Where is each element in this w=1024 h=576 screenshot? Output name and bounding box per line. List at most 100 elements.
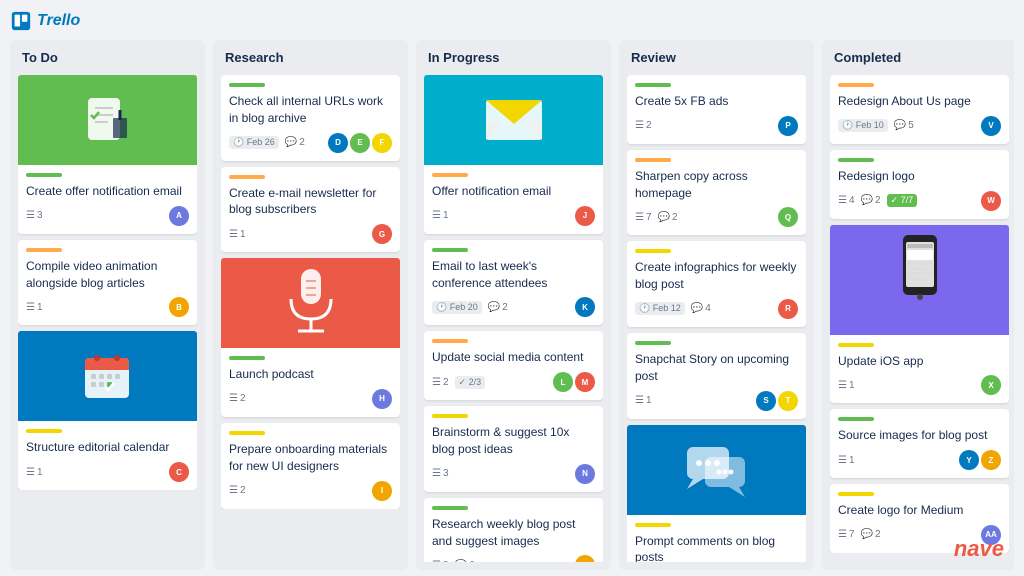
avatar: N: [575, 464, 595, 484]
cards-container: Create offer notification email ☰3A Comp…: [18, 75, 197, 490]
column-research: Research Check all internal URLs work in…: [213, 40, 408, 570]
checklist-meta: ☰2: [635, 120, 652, 131]
checklist-meta: ☰3: [432, 468, 449, 479]
card-title: Prompt comments on blog posts: [635, 533, 798, 562]
avatar: Q: [778, 207, 798, 227]
checklist-meta: ☰2: [432, 377, 449, 388]
card-title: Create e-mail newsletter for blog subscr…: [229, 185, 392, 219]
comments-meta: 💬6: [455, 560, 475, 562]
column-title: Review: [627, 48, 806, 67]
avatar: D: [328, 133, 348, 153]
avatar: G: [372, 224, 392, 244]
checklist-meta: ☰3: [432, 560, 449, 562]
column-title: Completed: [830, 48, 1009, 67]
comments-meta: 💬2: [658, 212, 678, 223]
card[interactable]: Update iOS app ☰1 X: [830, 225, 1009, 404]
avatar: F: [372, 133, 392, 153]
card[interactable]: Create 5x FB ads ☰2 P: [627, 75, 806, 144]
avatars: DEF: [328, 133, 392, 153]
checklist-meta: ☰1: [432, 210, 449, 221]
checklist-badge: ✓ 7/7: [887, 194, 918, 207]
checklist-badge: ✓ 2/3: [455, 376, 486, 389]
avatar: P: [778, 116, 798, 136]
card-title: Redesign About Us page: [838, 93, 1001, 110]
column-title: Research: [221, 48, 400, 67]
avatar: O: [575, 555, 595, 562]
card[interactable]: Redesign About Us page 🕐 Feb 10💬5V: [830, 75, 1009, 144]
avatar: E: [350, 133, 370, 153]
card-title: Prepare onboarding materials for new UI …: [229, 441, 392, 475]
card-title: Update iOS app: [838, 353, 1001, 370]
checklist-meta: ☰1: [26, 302, 43, 313]
card[interactable]: Prepare onboarding materials for new UI …: [221, 423, 400, 509]
avatar: T: [778, 391, 798, 411]
avatar: C: [169, 462, 189, 482]
avatar: S: [756, 391, 776, 411]
cards-container: Create 5x FB ads ☰2P Sharpen copy across…: [627, 75, 806, 562]
card[interactable]: Offer notification email ☰1 J: [424, 75, 603, 234]
avatar: Z: [981, 450, 1001, 470]
checklist-meta: ☰1: [26, 467, 43, 478]
card-title: Offer notification email: [432, 183, 595, 200]
avatar: X: [981, 375, 1001, 395]
comments-meta: 💬5: [894, 120, 914, 131]
card-title: Compile video animation alongside blog a…: [26, 258, 189, 292]
avatar: A: [169, 206, 189, 226]
card[interactable]: Check all internal URLs work in blog arc…: [221, 75, 400, 161]
card[interactable]: Create infographics for weekly blog post…: [627, 241, 806, 327]
card[interactable]: Update social media content ☰2 ✓ 2/3 LM: [424, 331, 603, 400]
card[interactable]: Create e-mail newsletter for blog subscr…: [221, 167, 400, 253]
card[interactable]: Source images for blog post ☰1YZ: [830, 409, 1009, 478]
comments-meta: 💬2: [488, 302, 508, 313]
column-review: Review Create 5x FB ads ☰2P Sharpen copy…: [619, 40, 814, 570]
avatar: J: [575, 206, 595, 226]
avatar: W: [981, 191, 1001, 211]
avatars: ST: [756, 391, 798, 411]
comments-meta: 💬4: [691, 303, 711, 314]
card-title: Create logo for Medium: [838, 502, 1001, 519]
card-title: Launch podcast: [229, 366, 392, 383]
card[interactable]: Brainstorm & suggest 10x blog post ideas…: [424, 406, 603, 492]
card[interactable]: Email to last week's conference attendee…: [424, 240, 603, 326]
column-todo: To Do Create offer notification email ☰3…: [10, 40, 205, 570]
card[interactable]: Sharpen copy across homepage ☰7💬2Q: [627, 150, 806, 236]
checklist-meta: ☰7: [838, 529, 855, 540]
comments-meta: 💬2: [861, 529, 881, 540]
card[interactable]: Research weekly blog post and suggest im…: [424, 498, 603, 562]
avatars: YZ: [959, 450, 1001, 470]
avatar: K: [575, 297, 595, 317]
avatar: H: [372, 389, 392, 409]
checklist-meta: ☰1: [838, 380, 855, 391]
card[interactable]: Structure editorial calendar ☰1 C: [18, 331, 197, 490]
card-title: Research weekly blog post and suggest im…: [432, 516, 595, 550]
avatar: M: [575, 372, 595, 392]
date-badge: 🕐 Feb 12: [635, 302, 685, 315]
card-title: Check all internal URLs work in blog arc…: [229, 93, 392, 127]
avatar: R: [778, 299, 798, 319]
card-title: Brainstorm & suggest 10x blog post ideas: [432, 424, 595, 458]
nave-label: nave: [954, 536, 1004, 562]
card[interactable]: Prompt comments on blog posts ☰1U: [627, 425, 806, 562]
card-title: Create offer notification email: [26, 183, 189, 200]
column-completed: Completed Redesign About Us page 🕐 Feb 1…: [822, 40, 1014, 570]
card[interactable]: Compile video animation alongside blog a…: [18, 240, 197, 326]
card[interactable]: Snapchat Story on upcoming post ☰1ST: [627, 333, 806, 419]
card[interactable]: Redesign logo ☰4💬2✓ 7/7W: [830, 150, 1009, 219]
column-title: In Progress: [424, 48, 603, 67]
date-badge: 🕐 Feb 20: [432, 301, 482, 314]
card-title: Create 5x FB ads: [635, 93, 798, 110]
avatar: L: [553, 372, 573, 392]
card-title: Update social media content: [432, 349, 595, 366]
comments-meta: 💬2: [285, 137, 305, 148]
trello-logo[interactable]: Trello: [10, 10, 80, 32]
cards-container: Offer notification email ☰1 J Email to la…: [424, 75, 603, 562]
card[interactable]: Launch podcast ☰2H: [221, 258, 400, 417]
checklist-meta: ☰1: [635, 395, 652, 406]
date-badge: 🕐 Feb 10: [838, 119, 888, 132]
card[interactable]: Create offer notification email ☰3A: [18, 75, 197, 234]
card-title: Structure editorial calendar: [26, 439, 189, 456]
board: To Do Create offer notification email ☰3…: [10, 40, 1014, 570]
checklist-meta: ☰7: [635, 212, 652, 223]
column-title: To Do: [18, 48, 197, 67]
card-title: Email to last week's conference attendee…: [432, 258, 595, 292]
